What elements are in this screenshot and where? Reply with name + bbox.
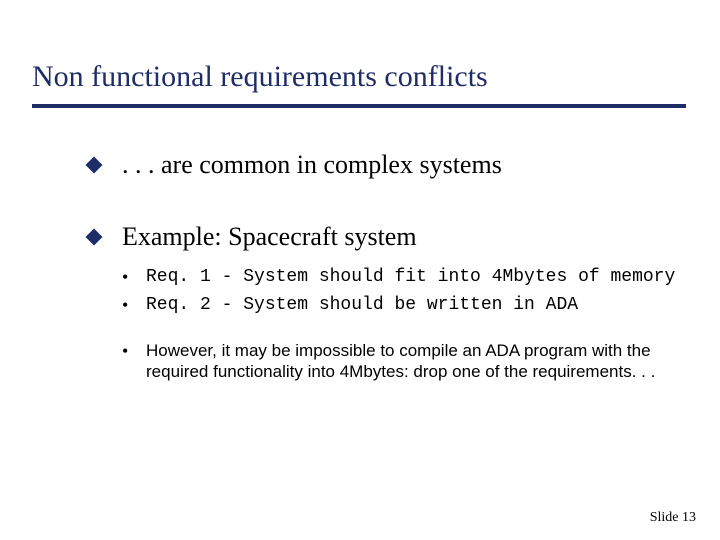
requirement-text: Req. 1 - System should fit into 4Mbytes … [146,266,675,288]
bullet-dot-icon: • [122,294,146,316]
slide-body: . . . are common in complex systems Exam… [32,150,688,382]
slide-footer: Slide 13 [650,510,696,526]
note-text: However, it may be impossible to compile… [146,340,688,382]
slide-title: Non functional requirements conflicts [32,60,688,94]
sub-item: • Req. 1 - System should fit into 4Mbyte… [122,266,688,288]
bullet-text: Example: Spacecraft system [122,222,417,252]
requirement-text: Req. 2 - System should be written in ADA [146,294,578,316]
slide-number: 13 [682,510,696,525]
footer-label: Slide [650,510,679,525]
diamond-icon [86,157,103,174]
sub-item: • However, it may be impossible to compi… [122,340,688,382]
sub-list: • Req. 1 - System should fit into 4Mbyte… [88,266,688,382]
bullet-dot-icon: • [122,266,146,288]
bullet-text: . . . are common in complex systems [122,150,502,180]
spacer [122,322,688,340]
bullet-item: Example: Spacecraft system [88,222,688,252]
bullet-dot-icon: • [122,340,146,362]
sub-item: • Req. 2 - System should be written in A… [122,294,688,316]
title-rule [32,104,686,108]
bullet-item: . . . are common in complex systems [88,150,688,180]
slide: Non functional requirements conflicts . … [0,0,720,540]
diamond-icon [86,229,103,246]
